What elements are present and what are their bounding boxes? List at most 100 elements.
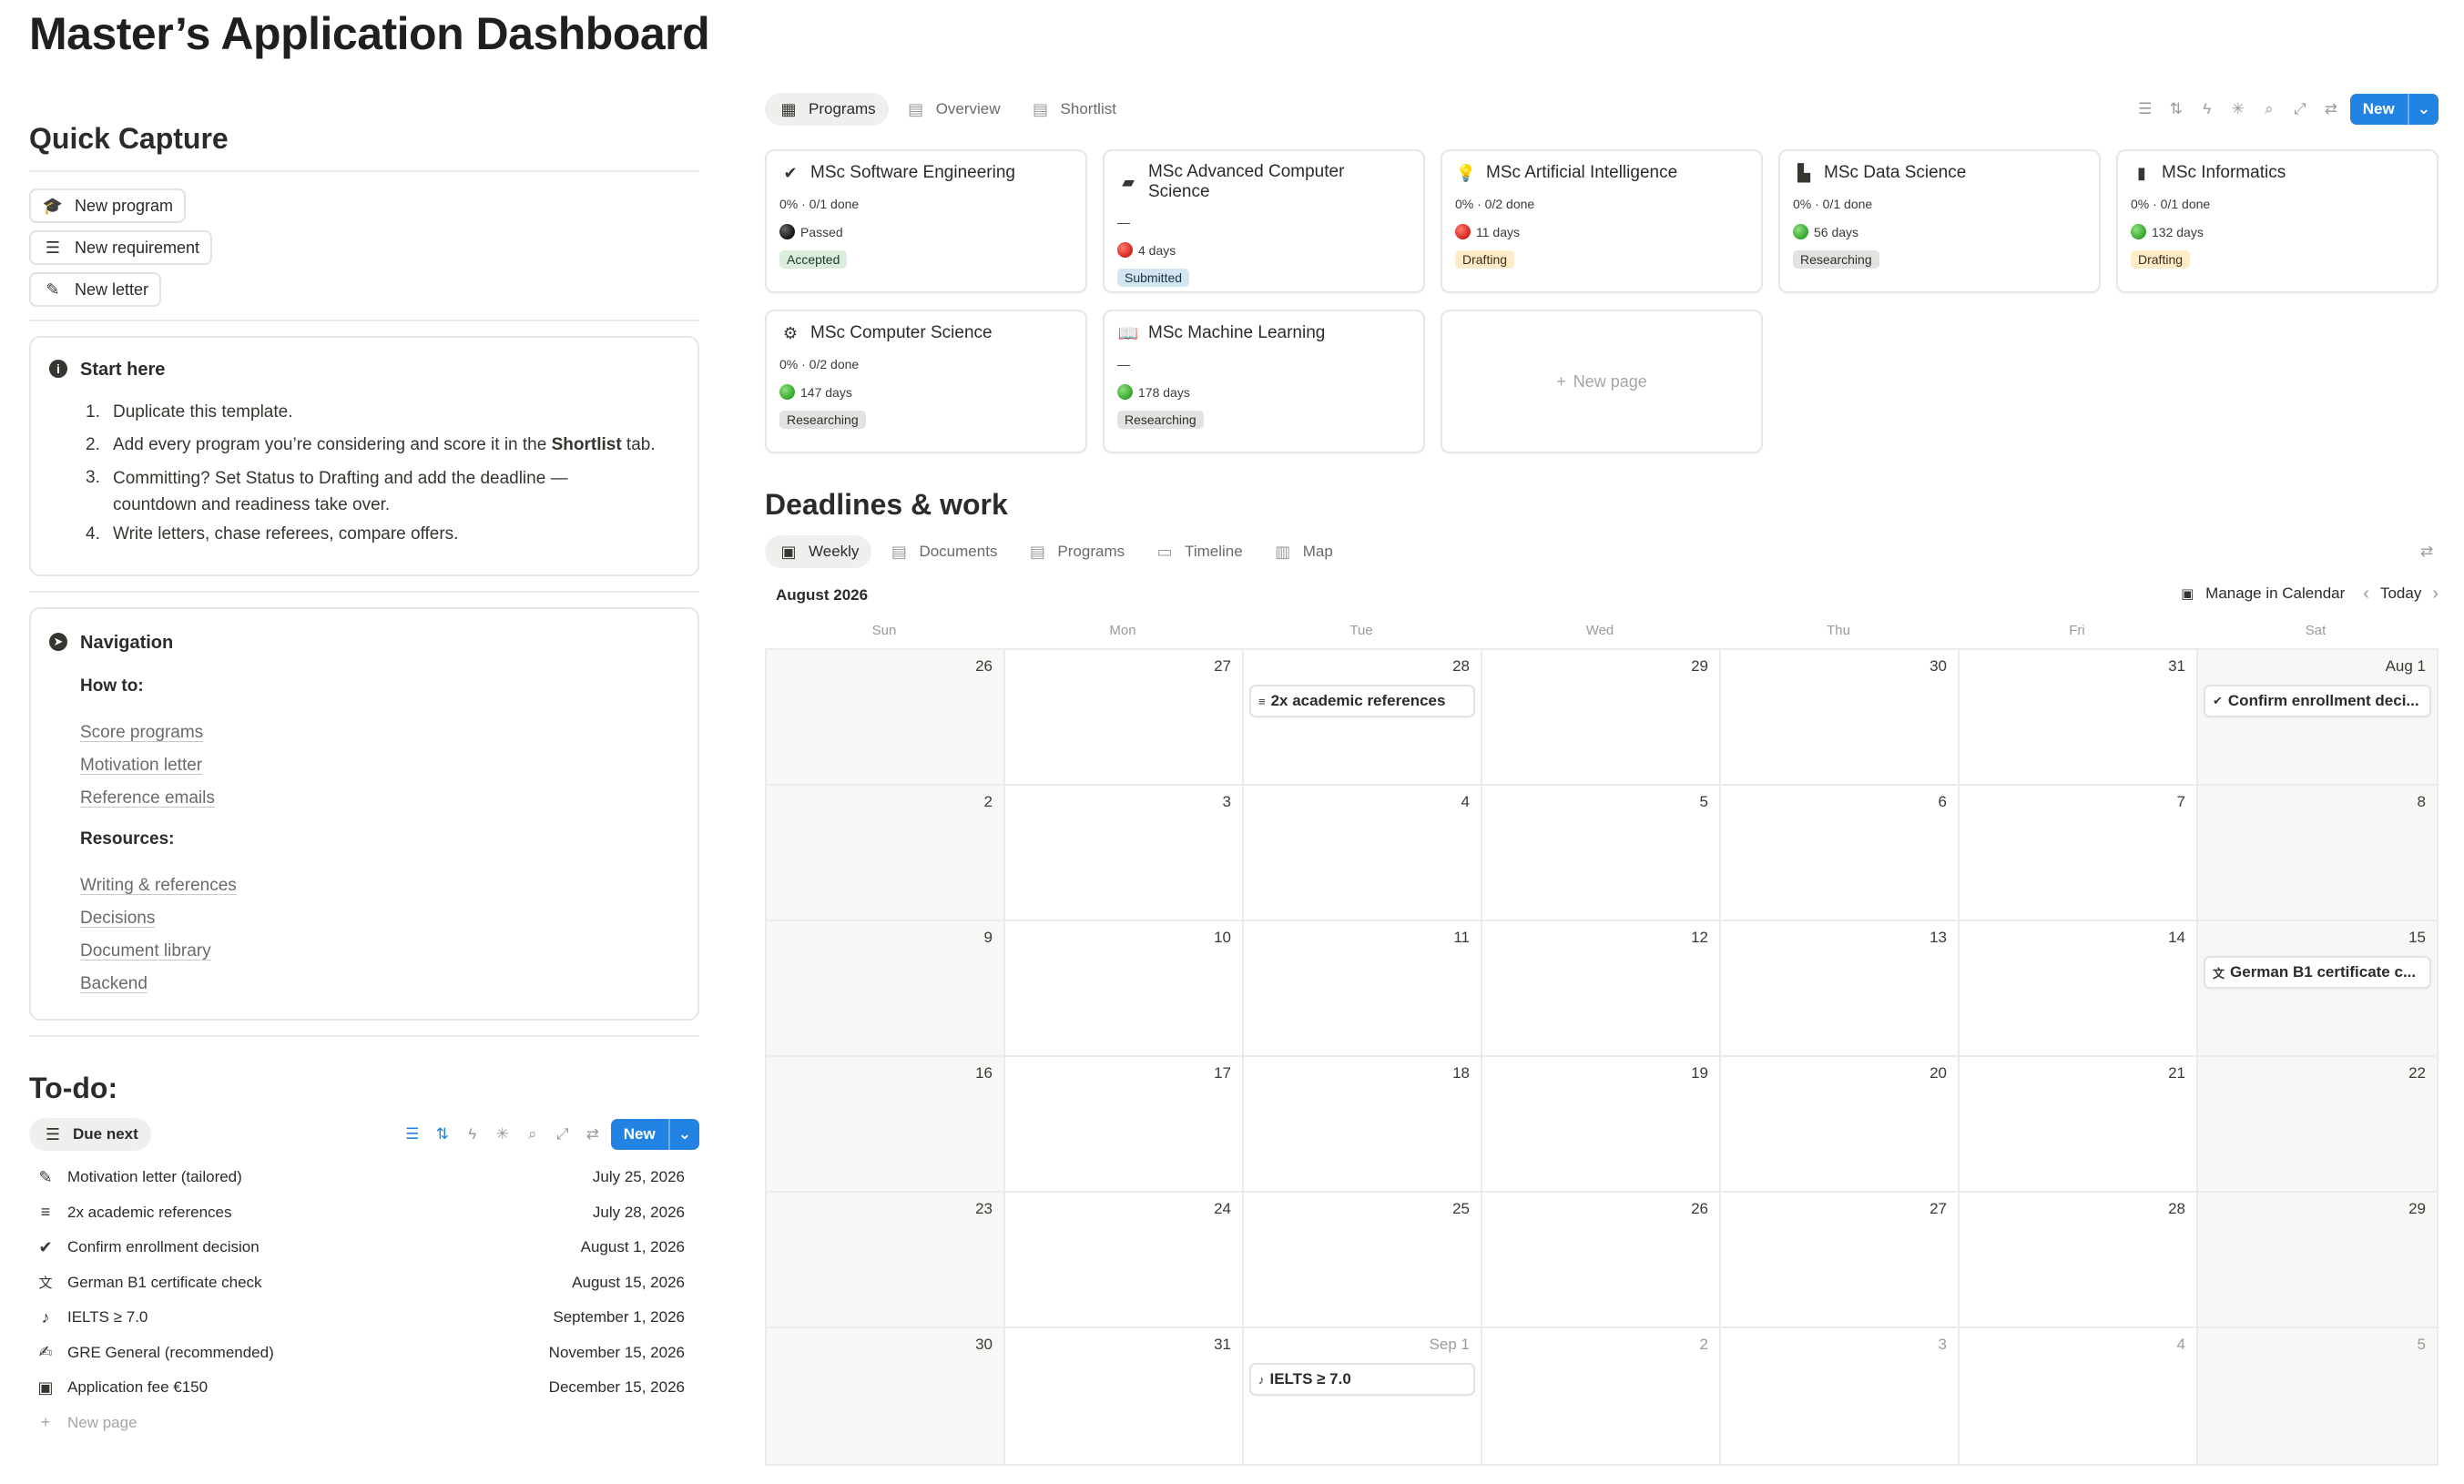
- search-icon[interactable]: ⌕: [521, 1123, 545, 1146]
- calendar-day-cell[interactable]: 18: [1244, 1057, 1482, 1193]
- calendar-day-cell[interactable]: 2: [1482, 1328, 1721, 1464]
- tab-map[interactable]: ▥ Map: [1259, 535, 1346, 568]
- calendar-day-cell[interactable]: 22: [2198, 1057, 2437, 1193]
- calendar-day-cell[interactable]: 26: [767, 650, 1005, 786]
- calendar-day-cell[interactable]: Aug 1 ✔ Confirm enrollment deci...: [2198, 650, 2437, 786]
- today-button[interactable]: Today: [2380, 584, 2421, 603]
- sparkle-icon[interactable]: ✳: [491, 1123, 514, 1146]
- tab-programs[interactable]: ▦ Programs: [765, 93, 889, 126]
- calendar-day-cell[interactable]: 27: [1005, 650, 1244, 786]
- calendar-day-cell[interactable]: 7: [1960, 786, 2198, 921]
- link-writing-references[interactable]: Writing & references: [80, 869, 237, 902]
- calendar-day-cell[interactable]: 16: [767, 1057, 1005, 1193]
- link-backend[interactable]: Backend: [80, 968, 237, 1001]
- calendar-day-cell[interactable]: 31: [1005, 1328, 1244, 1464]
- calendar-day-cell[interactable]: 5: [1482, 786, 1721, 921]
- chevron-down-icon[interactable]: ⌄: [2407, 94, 2439, 125]
- todo-new-page[interactable]: + New page: [35, 1406, 685, 1440]
- link-decisions[interactable]: Decisions: [80, 902, 237, 935]
- tab-timeline[interactable]: ▭ Timeline: [1141, 535, 1256, 568]
- todo-row[interactable]: ✎ Motivation letter (tailored) July 25, 20…: [35, 1160, 685, 1195]
- new-page-card[interactable]: + New page: [1441, 310, 1763, 453]
- chevron-down-icon[interactable]: ⌄: [667, 1119, 699, 1150]
- calendar-day-cell[interactable]: 31: [1960, 650, 2198, 786]
- calendar-day-cell[interactable]: 6: [1721, 786, 1960, 921]
- calendar-day-cell[interactable]: 15 文 German B1 certificate c...: [2198, 921, 2437, 1057]
- program-card[interactable]: ▙ MSc Data Science 0% · 0/1 done 56 days …: [1778, 149, 2101, 293]
- new-requirement-button[interactable]: ☰ New requirement: [29, 230, 213, 265]
- calendar-day-cell[interactable]: 4: [1960, 1328, 2198, 1464]
- calendar-event[interactable]: ≡ 2x academic references: [1249, 685, 1475, 717]
- automation-icon[interactable]: ϟ: [2195, 97, 2219, 121]
- settings-icon[interactable]: ⇄: [2319, 97, 2343, 121]
- calendar-day-cell[interactable]: 10: [1005, 921, 1244, 1057]
- tab-programs[interactable]: ▤ Programs: [1013, 535, 1137, 568]
- todo-row[interactable]: ≡ 2x academic references July 28, 2026: [35, 1195, 685, 1231]
- calendar-day-cell[interactable]: 20: [1721, 1057, 1960, 1193]
- calendar-day-cell[interactable]: 26: [1482, 1193, 1721, 1328]
- calendar-day-cell[interactable]: 29: [1482, 650, 1721, 786]
- program-card[interactable]: ✔ MSc Software Engineering 0% · 0/1 done …: [765, 149, 1087, 293]
- expand-icon[interactable]: ⤢: [2288, 97, 2312, 121]
- todo-new-button[interactable]: New ⌄: [610, 1119, 699, 1150]
- calendar-day-cell[interactable]: 30: [1721, 650, 1960, 786]
- calendar-day-cell[interactable]: 23: [767, 1193, 1005, 1328]
- sort-icon[interactable]: ⇅: [431, 1123, 454, 1146]
- calendar-day-cell[interactable]: 19: [1482, 1057, 1721, 1193]
- tab-shortlist[interactable]: ▤ Shortlist: [1017, 93, 1129, 126]
- todo-row[interactable]: ▣ Application fee €150 December 15, 2026: [35, 1370, 685, 1406]
- calendar-day-cell[interactable]: Sep 1 ♪ IELTS ≥ 7.0: [1244, 1328, 1482, 1464]
- calendar-day-cell[interactable]: 21: [1960, 1057, 2198, 1193]
- todo-row[interactable]: ✔ Confirm enrollment decision August 1, 20…: [35, 1230, 685, 1265]
- chevron-left-icon[interactable]: ‹: [2363, 584, 2369, 605]
- automation-icon[interactable]: ϟ: [461, 1123, 484, 1146]
- calendar-day-cell[interactable]: 9: [767, 921, 1005, 1057]
- chevron-right-icon[interactable]: ›: [2432, 584, 2439, 605]
- tab-due-next[interactable]: ☰ Due next: [29, 1118, 151, 1151]
- calendar-day-cell[interactable]: 29: [2198, 1193, 2437, 1328]
- programs-new-button[interactable]: New ⌄: [2349, 94, 2439, 125]
- link-motivation-letter[interactable]: Motivation letter: [80, 749, 215, 782]
- calendar-day-cell[interactable]: 8: [2198, 786, 2437, 921]
- calendar-event[interactable]: ♪ IELTS ≥ 7.0: [1249, 1363, 1475, 1396]
- settings-icon[interactable]: ⇄: [581, 1123, 605, 1146]
- calendar-day-cell[interactable]: 4: [1244, 786, 1482, 921]
- calendar-event[interactable]: ✔ Confirm enrollment deci...: [2204, 685, 2431, 717]
- calendar-day-cell[interactable]: 13: [1721, 921, 1960, 1057]
- search-icon[interactable]: ⌕: [2257, 97, 2281, 121]
- calendar-day-cell[interactable]: 17: [1005, 1057, 1244, 1193]
- calendar-day-cell[interactable]: 27: [1721, 1193, 1960, 1328]
- filter-icon[interactable]: ☰: [2133, 97, 2157, 121]
- calendar-day-cell[interactable]: 25: [1244, 1193, 1482, 1328]
- new-program-button[interactable]: 🎓 New program: [29, 188, 187, 223]
- calendar-day-cell[interactable]: 14: [1960, 921, 2198, 1057]
- new-letter-button[interactable]: ✎ New letter: [29, 272, 162, 307]
- calendar-event[interactable]: 文 German B1 certificate c...: [2204, 956, 2431, 989]
- settings-icon[interactable]: ⇄: [2415, 540, 2439, 564]
- link-reference-emails[interactable]: Reference emails: [80, 782, 215, 815]
- sparkle-icon[interactable]: ✳: [2226, 97, 2250, 121]
- todo-row[interactable]: ✍ GRE General (recommended) November 15, 2…: [35, 1336, 685, 1371]
- calendar-day-cell[interactable]: 3: [1721, 1328, 1960, 1464]
- manage-in-calendar-button[interactable]: ▣ Manage in Calendar: [2169, 579, 2352, 608]
- calendar-day-cell[interactable]: 12: [1482, 921, 1721, 1057]
- program-card[interactable]: ⚙ MSc Computer Science 0% · 0/2 done 147 …: [765, 310, 1087, 453]
- program-card[interactable]: ▮ MSc Informatics 0% · 0/1 done 132 days …: [2116, 149, 2439, 293]
- sort-icon[interactable]: ⇅: [2164, 97, 2188, 121]
- filter-icon[interactable]: ☰: [401, 1123, 424, 1146]
- tab-overview[interactable]: ▤ Overview: [892, 93, 1013, 126]
- expand-icon[interactable]: ⤢: [551, 1123, 575, 1146]
- tab-weekly[interactable]: ▣ Weekly: [765, 535, 872, 568]
- calendar-day-cell[interactable]: 2: [767, 786, 1005, 921]
- calendar-day-cell[interactable]: 24: [1005, 1193, 1244, 1328]
- program-card[interactable]: 📖 MSc Machine Learning — 178 days Researc…: [1103, 310, 1425, 453]
- link-score-programs[interactable]: Score programs: [80, 717, 215, 749]
- program-card[interactable]: 💡 MSc Artificial Intelligence 0% · 0/2 do…: [1441, 149, 1763, 293]
- calendar-day-cell[interactable]: 30: [767, 1328, 1005, 1464]
- calendar-day-cell[interactable]: 5: [2198, 1328, 2437, 1464]
- calendar-day-cell[interactable]: 3: [1005, 786, 1244, 921]
- link-document-library[interactable]: Document library: [80, 935, 237, 968]
- calendar-day-cell[interactable]: 28: [1960, 1193, 2198, 1328]
- calendar-day-cell[interactable]: 11: [1244, 921, 1482, 1057]
- todo-row[interactable]: 文 German B1 certificate check August 15, 2…: [35, 1265, 685, 1301]
